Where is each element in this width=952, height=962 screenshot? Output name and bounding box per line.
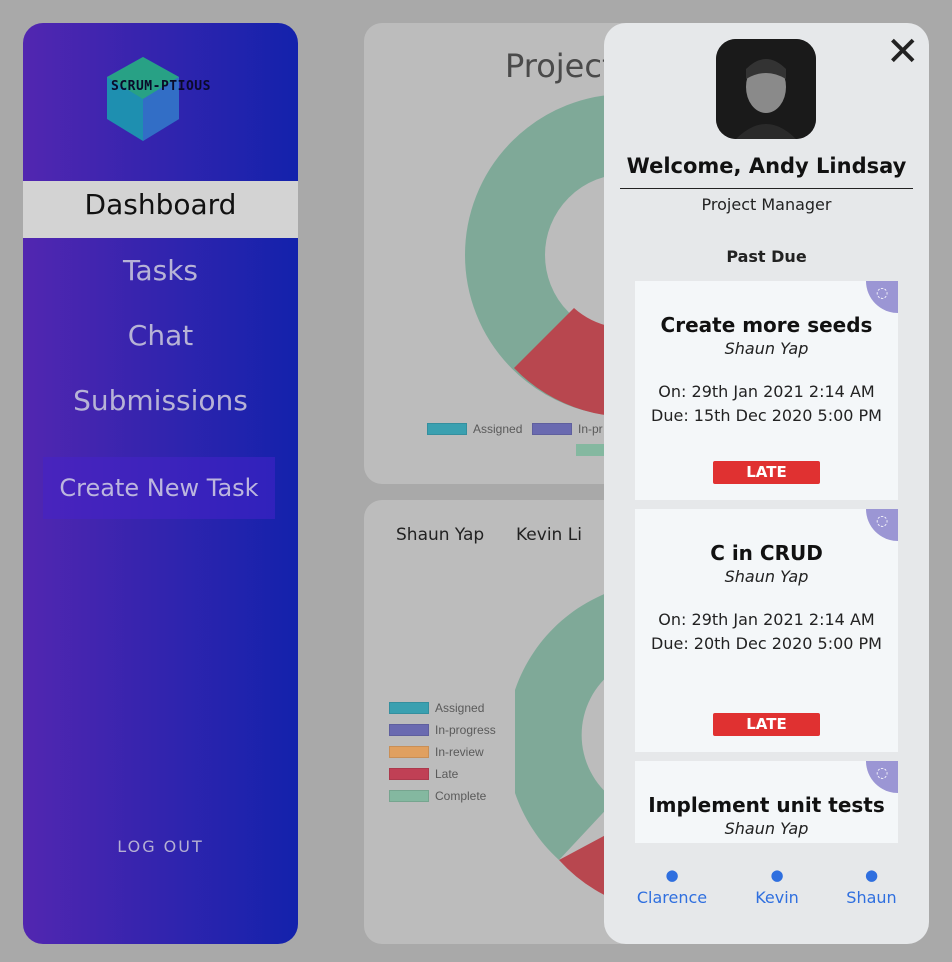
task-card[interactable]: ◌ Implement unit tests Shaun Yap <box>635 761 898 843</box>
legend-swatch <box>532 423 572 435</box>
card-title: Project <box>505 47 615 85</box>
legend-complete: Complete <box>389 789 486 803</box>
legend-in-progress: In-pr <box>532 422 603 436</box>
status-badge: LATE <box>713 713 820 736</box>
legend-swatch <box>427 423 467 435</box>
task-created: On: 29th Jan 2021 2:14 AM <box>658 382 875 401</box>
legend-label: Late <box>435 767 459 781</box>
user-portrait-icon <box>716 39 816 139</box>
task-due: Due: 15th Dec 2020 5:00 PM <box>651 406 882 425</box>
member-tab-shaun[interactable]: Shaun Yap <box>396 525 484 545</box>
legend-in-review: In-review <box>389 745 484 759</box>
logout-button[interactable]: LOG OUT <box>23 837 298 856</box>
legend-label: In-review <box>435 745 484 759</box>
user-panel: ✕ Welcome, Andy Lindsay Project Manager … <box>604 23 929 944</box>
task-card[interactable]: ◌ Create more seeds Shaun Yap On: 29th J… <box>635 281 898 500</box>
task-due: Due: 20th Dec 2020 5:00 PM <box>651 634 882 653</box>
legend-swatch <box>389 746 429 758</box>
legend-assigned: Assigned <box>389 701 484 715</box>
section-heading: Past Due <box>726 247 807 266</box>
legend-label: Assigned <box>473 422 523 436</box>
pending-icon: ◌ <box>866 761 898 793</box>
link-label: Shaun <box>846 888 897 907</box>
legend-label: Complete <box>435 789 487 803</box>
github-icon: ● <box>864 866 879 884</box>
status-badge: LATE <box>713 461 820 484</box>
legend-label: Assigned <box>435 701 485 715</box>
task-title: Create more seeds <box>660 313 873 337</box>
avatar <box>716 39 816 139</box>
logo-hexagon-icon <box>107 57 179 141</box>
nav-tasks[interactable]: Tasks <box>23 251 298 291</box>
legend-in-progress: In-progress <box>389 723 496 737</box>
github-link-kevin[interactable]: ● Kevin <box>752 866 802 907</box>
task-title: C in CRUD <box>710 541 823 565</box>
github-link-shaun[interactable]: ● Shaun <box>844 866 899 907</box>
legend-swatch <box>389 724 429 736</box>
task-owner: Shaun Yap <box>724 567 809 586</box>
nav-dashboard[interactable]: Dashboard <box>23 181 298 238</box>
close-icon[interactable]: ✕ <box>886 29 920 75</box>
divider <box>620 188 913 189</box>
legend-swatch-complete <box>576 444 604 456</box>
legend-label: In-pr <box>578 422 603 436</box>
legend-swatch <box>389 768 429 780</box>
legend-assigned: Assigned <box>427 422 522 436</box>
task-owner: Shaun Yap <box>724 819 809 838</box>
legend-swatch <box>389 790 429 802</box>
github-link-clarence[interactable]: ● Clarence <box>636 866 708 907</box>
task-created: On: 29th Jan 2021 2:14 AM <box>658 610 875 629</box>
pending-icon: ◌ <box>866 281 898 313</box>
link-label: Kevin <box>755 888 799 907</box>
link-label: Clarence <box>636 888 708 907</box>
app-logo[interactable]: SCRUM-PTIOUS <box>103 55 233 145</box>
welcome-heading: Welcome, Andy Lindsay <box>626 154 907 178</box>
member-donut-chart <box>515 590 615 900</box>
legend-swatch <box>389 702 429 714</box>
github-icon: ● <box>770 866 784 884</box>
user-role: Project Manager <box>701 195 832 214</box>
task-title: Implement unit tests <box>648 793 885 817</box>
legend-label: In-progress <box>435 723 496 737</box>
logo-text: SCRUM-PTIOUS <box>111 79 211 94</box>
sidebar: SCRUM-PTIOUS Dashboard Tasks Chat Submis… <box>23 23 298 944</box>
nav-submissions[interactable]: Submissions <box>23 381 298 421</box>
task-card[interactable]: ◌ C in CRUD Shaun Yap On: 29th Jan 2021 … <box>635 509 898 752</box>
member-tab-kevin[interactable]: Kevin Li <box>516 525 582 545</box>
nav-chat[interactable]: Chat <box>23 316 298 356</box>
create-new-task-button[interactable]: Create New Task <box>43 457 275 519</box>
github-icon: ● <box>665 866 679 884</box>
legend-late: Late <box>389 767 458 781</box>
pending-icon: ◌ <box>866 509 898 541</box>
task-owner: Shaun Yap <box>724 339 809 358</box>
